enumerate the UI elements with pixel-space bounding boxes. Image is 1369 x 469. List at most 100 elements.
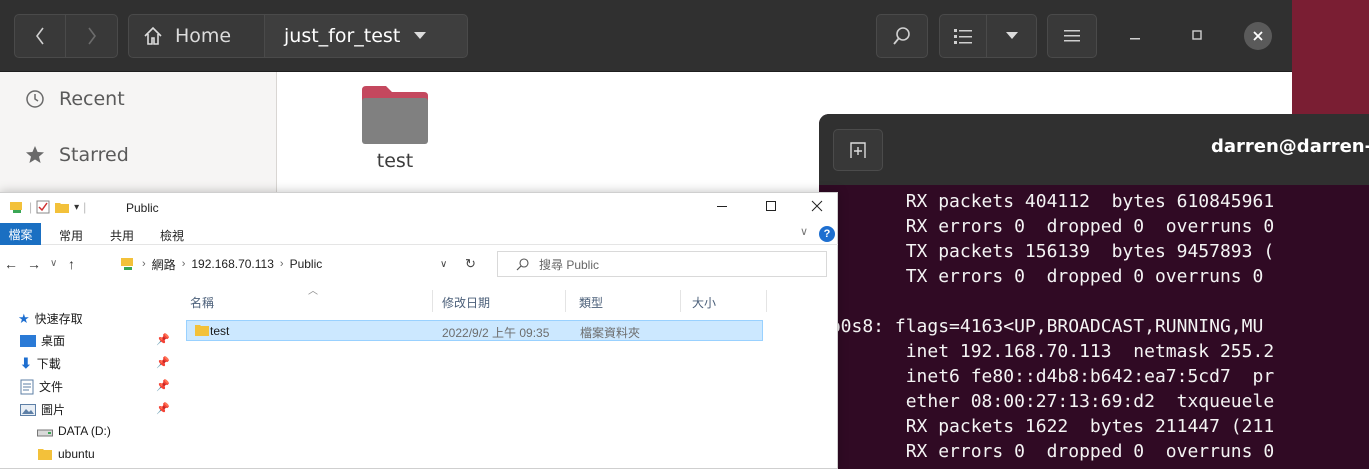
star-icon	[26, 146, 44, 163]
terminal-line: RX errors 0 dropped 0 overruns 0	[819, 216, 1275, 237]
download-icon: ⬇	[20, 355, 32, 371]
sort-ascending-icon: ︿	[308, 286, 318, 297]
path-current-button[interactable]: just_for_test	[265, 14, 468, 58]
sidebar-item-recent[interactable]: Recent	[25, 88, 125, 110]
star-icon: ★	[18, 310, 30, 326]
close-icon	[1253, 31, 1263, 41]
pin-icon[interactable]: 📌	[156, 356, 170, 369]
sidebar-item-label: Starred	[59, 144, 129, 166]
terminal-line: inet6 fe80::d4b8:b642:ea7:5cd7 pr	[819, 366, 1275, 387]
explorer-close-button[interactable]	[809, 198, 825, 214]
minimize-icon	[717, 206, 727, 207]
terminal-line: np0s8: flags=4163<UP,BROADCAST,RUNNING,M…	[819, 316, 1264, 337]
main-menu-button[interactable]	[1047, 14, 1097, 58]
close-icon	[811, 200, 823, 212]
column-header-modified[interactable]: 修改日期	[442, 294, 490, 311]
address-dropdown-icon[interactable]: ∨	[440, 259, 447, 270]
explorer-maximize-button[interactable]	[763, 198, 779, 214]
maximize-icon	[766, 201, 776, 211]
forward-arrow-icon[interactable]: →	[27, 256, 41, 272]
forward-button[interactable]	[66, 14, 118, 58]
column-header-size[interactable]: 大小	[692, 294, 716, 311]
nav-label: 文件	[39, 380, 64, 394]
explorer-title: Public	[126, 201, 159, 215]
close-button[interactable]	[1244, 22, 1272, 50]
search-box[interactable]: 搜尋 Public	[497, 251, 827, 277]
refresh-icon[interactable]: ↻	[465, 256, 476, 272]
maximize-icon	[1192, 30, 1202, 40]
pin-icon[interactable]: 📌	[156, 402, 170, 415]
tab-share[interactable]: 共用	[110, 227, 134, 244]
terminal-line: TX errors 0 dropped 0 overruns 0	[819, 266, 1264, 287]
ribbon-tabs: 檔案 常用 共用 檢視 ∨ ?	[0, 223, 838, 245]
new-folder-icon[interactable]	[54, 200, 70, 214]
sidebar-item-starred[interactable]: Starred	[25, 144, 129, 166]
help-icon[interactable]: ?	[819, 226, 835, 242]
terminal-line: inet 192.168.70.113 netmask 255.2	[819, 341, 1275, 362]
row-type: 檔案資料夾	[580, 326, 641, 340]
new-tab-button[interactable]	[833, 129, 883, 171]
back-button[interactable]	[14, 14, 66, 58]
row-modified: 2022/9/2 上午 09:35	[442, 326, 550, 340]
sidebar-item-label: Recent	[59, 88, 125, 110]
terminal-line: RX packets 404112 bytes 610845961	[819, 191, 1275, 212]
up-arrow-icon[interactable]: ↑	[68, 256, 75, 272]
new-tab-icon	[850, 142, 866, 158]
path-home-button[interactable]: Home	[128, 14, 265, 58]
explorer-titlebar: | ▾ | Public	[0, 193, 838, 223]
nav-item-data-drive[interactable]: DATA (D:)	[37, 424, 111, 438]
terminal-output[interactable]: RX packets 404112 bytes 610845961 RX err…	[819, 185, 1369, 469]
terminal-headerbar: darren@darren-	[819, 114, 1369, 185]
navigation-pane: ★ 快速存取 桌面 📌 ⬇ 下載 📌 文件 📌 圖片 📌 DATA (D:) u…	[0, 283, 180, 469]
nav-quick-access[interactable]: ★ 快速存取	[18, 310, 83, 327]
address-bar[interactable]: › 網路 › 192.168.70.113 › Public	[120, 251, 490, 277]
terminal-window: darren@darren- RX packets 404112 bytes 6…	[819, 114, 1369, 469]
quick-access-toolbar: | ▾ |	[9, 200, 86, 214]
explorer-minimize-button[interactable]	[714, 198, 730, 214]
folder-icon[interactable]	[360, 84, 430, 146]
pin-icon[interactable]: 📌	[156, 333, 170, 346]
tab-file[interactable]: 檔案	[0, 223, 41, 245]
search-button[interactable]	[876, 14, 928, 58]
file-item-label[interactable]: test	[350, 150, 440, 172]
pin-icon[interactable]: 📌	[156, 379, 170, 392]
nav-item-desktop[interactable]: 桌面	[20, 332, 65, 349]
nav-item-ubuntu[interactable]: ubuntu	[37, 447, 95, 461]
row-name: test	[210, 324, 230, 338]
breadcrumb-host[interactable]: 192.168.70.113	[191, 257, 274, 271]
ribbon-expand-icon[interactable]: ∨	[800, 225, 808, 238]
column-header-type[interactable]: 類型	[579, 294, 603, 311]
folder-icon	[195, 325, 209, 336]
qat-dropdown-icon[interactable]: ▾	[74, 202, 79, 213]
maximize-button[interactable]	[1190, 28, 1204, 42]
pictures-icon	[20, 403, 36, 416]
view-toggle-button[interactable]	[939, 14, 987, 58]
nav-item-documents[interactable]: 文件	[20, 378, 63, 395]
network-pc-icon	[121, 258, 133, 270]
minimize-button[interactable]	[1128, 28, 1142, 42]
folder-pc-icon[interactable]	[9, 200, 25, 214]
search-icon	[516, 257, 529, 270]
breadcrumb-network[interactable]: 網路	[152, 256, 176, 273]
terminal-title: darren@darren-	[1211, 136, 1369, 157]
minimize-icon	[1130, 38, 1140, 40]
nav-item-pictures[interactable]: 圖片	[20, 401, 65, 418]
nav-label: ubuntu	[58, 447, 95, 461]
view-options-button[interactable]	[987, 14, 1037, 58]
back-arrow-icon[interactable]: ←	[4, 256, 18, 272]
column-header-name[interactable]: 名稱	[190, 294, 214, 311]
terminal-line: RX errors 0 dropped 0 overruns 0	[819, 441, 1275, 462]
nav-label: 快速存取	[34, 312, 83, 326]
nav-item-downloads[interactable]: ⬇ 下載	[20, 355, 61, 372]
recent-locations-icon[interactable]: ∨	[50, 258, 57, 269]
table-row[interactable]: test 2022/9/2 上午 09:35 檔案資料夾	[186, 320, 763, 341]
properties-icon[interactable]	[36, 200, 50, 214]
tab-home[interactable]: 常用	[59, 227, 83, 244]
nav-label: 下載	[36, 357, 61, 371]
document-icon	[20, 379, 34, 394]
caret-down-icon	[414, 32, 427, 39]
tab-view[interactable]: 檢視	[160, 227, 184, 244]
home-icon	[144, 26, 162, 45]
breadcrumb-share[interactable]: Public	[290, 257, 323, 271]
terminal-line: ether 08:00:27:13:69:d2 txqueuele	[819, 391, 1275, 412]
